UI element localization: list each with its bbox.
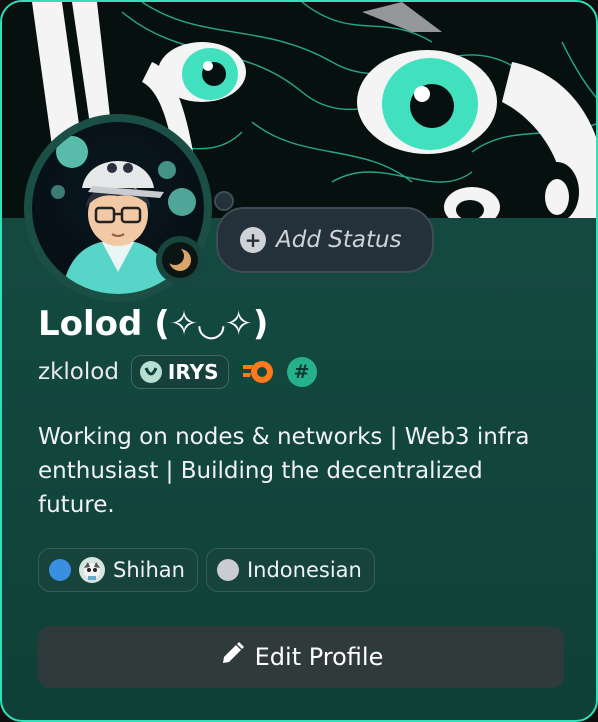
- edit-profile-label: Edit Profile: [254, 643, 384, 671]
- add-status-button[interactable]: + Add Status: [214, 191, 434, 273]
- role-chip-shihan[interactable]: Shihan: [38, 548, 198, 592]
- profile-bio: Working on nodes & networks | Web3 infra…: [38, 424, 530, 518]
- status-indicator[interactable]: [156, 236, 204, 284]
- avatar-frame[interactable]: [24, 114, 212, 302]
- pencil-icon: [219, 641, 245, 673]
- status-bubble-tail: [214, 191, 234, 211]
- role-chip-indonesian[interactable]: Indonesian: [205, 548, 375, 592]
- role-chip-label: Shihan: [113, 558, 185, 582]
- hash-badge-icon[interactable]: #: [286, 357, 317, 387]
- irys-logo-icon: [139, 361, 162, 383]
- add-status-label: Add Status: [276, 227, 402, 253]
- role-color-dot: [216, 559, 239, 581]
- moon-icon: [162, 242, 198, 278]
- role-color-dot: [49, 559, 71, 581]
- role-chip-label: Indonesian: [246, 558, 362, 582]
- display-name: Lolod (✧◡✧): [38, 304, 269, 344]
- shihan-avatar-icon: [79, 557, 105, 583]
- username-row: zklolod IRYS #: [38, 352, 317, 392]
- role-chips: Shihan Indonesian: [38, 548, 375, 592]
- edit-profile-button[interactable]: Edit Profile: [38, 626, 564, 688]
- plus-circle-icon: +: [240, 227, 266, 253]
- username[interactable]: zklolod: [38, 359, 119, 385]
- guild-tag-label: IRYS: [167, 360, 219, 384]
- profile-card: + Add Status Lolod (✧◡✧) zklolod IRYS # …: [0, 0, 598, 722]
- guild-tag[interactable]: IRYS: [130, 355, 229, 389]
- nitro-boost-icon[interactable]: [241, 357, 275, 387]
